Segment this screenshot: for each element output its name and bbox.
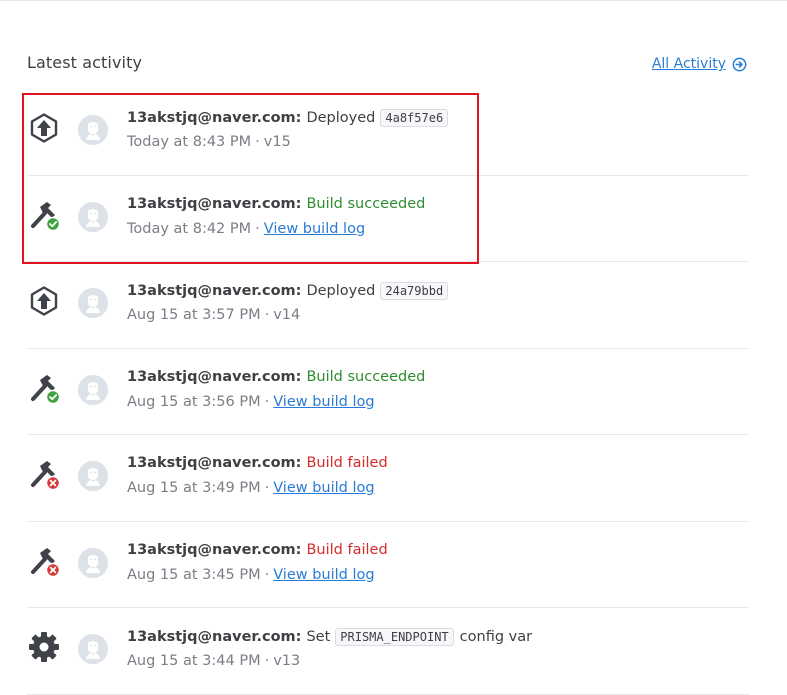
activity-summary: 13akstjq@naver.com: Build succeeded bbox=[127, 369, 425, 385]
activity-meta: Aug 15 at 3:45 PM · View build log bbox=[127, 567, 375, 583]
activity-meta: Aug 15 at 3:56 PM · View build log bbox=[127, 394, 375, 410]
activity-time: Today at 8:42 PM bbox=[127, 220, 252, 237]
activity-meta: Aug 15 at 3:57 PM · v14 bbox=[127, 307, 300, 323]
activity-list: 13akstjq@naver.com: Deployed 4a8f57e6 Today… bbox=[27, 89, 749, 695]
activity-time: Aug 15 at 3:57 PM bbox=[127, 307, 261, 323]
separator-dot: · bbox=[264, 653, 270, 669]
activity-action: Build failed bbox=[306, 455, 388, 471]
view-build-log-link[interactable]: View build log bbox=[264, 221, 365, 237]
activity-time: Aug 15 at 3:44 PM bbox=[127, 653, 261, 669]
avatar bbox=[78, 374, 108, 405]
avatar bbox=[78, 115, 108, 145]
activity-action: Build succeeded bbox=[306, 195, 426, 212]
activity-item: 13akstjq@naver.com: Deployed 4a8f57e6 Today… bbox=[27, 89, 749, 176]
activity-action: Deployed bbox=[306, 110, 376, 126]
avatar bbox=[78, 634, 108, 664]
activity-item: 13akstjq@naver.com: Build failed Aug 15 at… bbox=[27, 435, 749, 522]
activity-code: PRISMA_ENDPOINT bbox=[335, 628, 454, 646]
activity-user: 13akstjq@naver.com: bbox=[127, 541, 302, 558]
activity-summary: 13akstjq@naver.com: Deployed 4a8f57e6 bbox=[127, 109, 449, 127]
activity-user: 13akstjq@naver.com: bbox=[127, 195, 302, 212]
activity-time: Aug 15 at 3:45 PM bbox=[127, 566, 261, 583]
top-divider bbox=[0, 0, 787, 2]
arrow-circle-right-icon bbox=[732, 57, 747, 71]
activity-user: 13akstjq@naver.com: bbox=[127, 283, 302, 299]
separator-dot: · bbox=[255, 220, 260, 237]
gear-icon bbox=[27, 630, 61, 664]
activity-suffix: config var bbox=[459, 629, 533, 645]
activity-user: 13akstjq@naver.com: bbox=[127, 368, 302, 385]
section-title: Latest activity bbox=[27, 53, 143, 72]
avatar bbox=[78, 461, 108, 491]
activity-user: 13akstjq@naver.com: bbox=[127, 455, 302, 471]
avatar bbox=[78, 288, 108, 318]
activity-code: 24a79bbd bbox=[380, 282, 449, 300]
deploy-icon bbox=[27, 284, 61, 318]
activity-meta: Aug 15 at 3:49 PM · View build log bbox=[127, 480, 375, 496]
activity-code: 4a8f57e6 bbox=[380, 109, 449, 127]
view-build-log-link[interactable]: View build log bbox=[273, 394, 374, 410]
view-build-log-link[interactable]: View build log bbox=[273, 567, 374, 583]
activity-item: 13akstjq@naver.com: Build succeeded Today … bbox=[27, 176, 749, 262]
build-failed-icon bbox=[27, 544, 61, 578]
activity-summary: 13akstjq@naver.com: Build failed bbox=[127, 542, 388, 558]
separator-dot: · bbox=[264, 566, 270, 583]
activity-item: 13akstjq@naver.com: Build succeeded Aug 15… bbox=[27, 349, 749, 435]
release-version: v13 bbox=[273, 653, 301, 669]
view-build-log-link[interactable]: View build log bbox=[273, 480, 374, 496]
separator-dot: · bbox=[264, 480, 270, 496]
build-failed-icon bbox=[27, 457, 61, 491]
all-activity-label[interactable]: All Activity bbox=[652, 56, 726, 72]
all-activity-link[interactable]: All Activity bbox=[652, 56, 747, 72]
avatar bbox=[78, 547, 108, 578]
separator-dot: · bbox=[264, 393, 270, 410]
activity-item: 13akstjq@naver.com: Set PRISMA_ENDPOINT con… bbox=[27, 608, 749, 695]
activity-meta: Today at 8:42 PM · View build log bbox=[127, 221, 365, 237]
activity-user: 13akstjq@naver.com: bbox=[127, 629, 302, 645]
activity-time: Aug 15 at 3:49 PM bbox=[127, 480, 261, 496]
activity-user: 13akstjq@naver.com: bbox=[127, 110, 302, 126]
activity-action: Deployed bbox=[306, 283, 376, 299]
activity-summary: 13akstjq@naver.com: Set PRISMA_ENDPOINT con… bbox=[127, 628, 532, 646]
activity-summary: 13akstjq@naver.com: Build succeeded bbox=[127, 196, 425, 212]
activity-item: 13akstjq@naver.com: Build failed Aug 15 at… bbox=[27, 522, 749, 608]
activity-header: Latest activity All Activity bbox=[27, 52, 749, 78]
activity-time: Aug 15 at 3:56 PM bbox=[127, 393, 261, 410]
avatar bbox=[78, 201, 108, 232]
activity-summary: 13akstjq@naver.com: Build failed bbox=[127, 455, 388, 471]
activity-meta: Aug 15 at 3:44 PM · v13 bbox=[127, 653, 300, 669]
activity-action: Build succeeded bbox=[306, 368, 426, 385]
separator-dot: · bbox=[264, 307, 270, 323]
build-success-icon bbox=[27, 198, 61, 232]
activity-meta: Today at 8:43 PM · v15 bbox=[127, 134, 291, 150]
activity-action: Build failed bbox=[306, 541, 388, 558]
activity-action: Set bbox=[306, 629, 331, 645]
deploy-icon bbox=[27, 111, 61, 145]
activity-item: 13akstjq@naver.com: Deployed 24a79bbd Aug 1… bbox=[27, 262, 749, 349]
release-version: v15 bbox=[263, 134, 291, 150]
activity-summary: 13akstjq@naver.com: Deployed 24a79bbd bbox=[127, 282, 449, 300]
release-version: v14 bbox=[273, 307, 301, 323]
separator-dot: · bbox=[255, 134, 260, 150]
build-success-icon bbox=[27, 371, 61, 405]
activity-time: Today at 8:43 PM bbox=[127, 134, 252, 150]
